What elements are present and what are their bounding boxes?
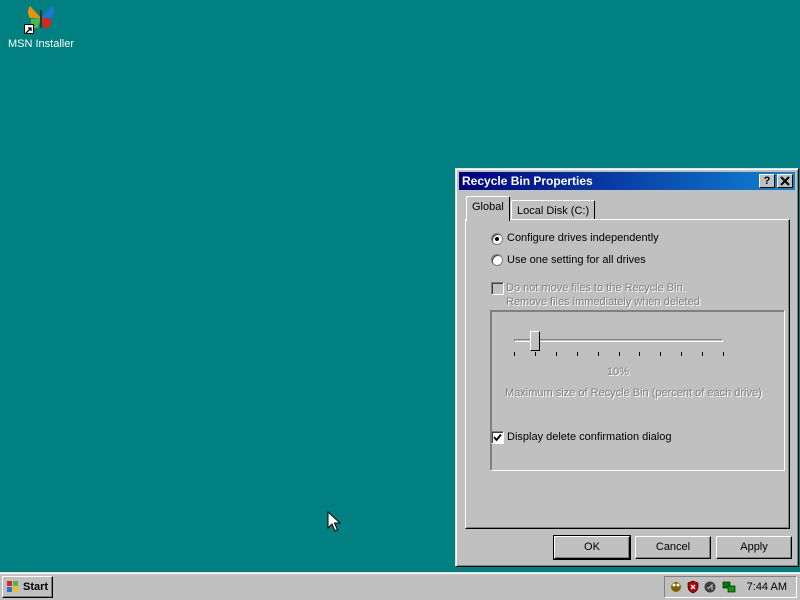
desktop-icon-msn-installer[interactable]: MSN Installer [4, 2, 78, 50]
help-button[interactable]: ? [759, 174, 775, 188]
radio-configure-independently[interactable] [491, 233, 503, 245]
close-button[interactable] [777, 174, 793, 188]
checkbox-display-confirmation[interactable] [491, 431, 504, 444]
window-titlebar[interactable]: Recycle Bin Properties ? [459, 172, 795, 190]
checkbox-display-confirmation-label[interactable]: Display delete confirmation dialog [507, 431, 671, 443]
checkbox-do-not-move[interactable] [491, 282, 504, 295]
desktop-icon-label: MSN Installer [7, 38, 75, 50]
slider-caption: Maximum size of Recycle Bin (percent of … [505, 387, 762, 399]
recycle-bin-properties-window: Recycle Bin Properties ? Global Local Di… [455, 168, 799, 567]
clock[interactable]: 7:44 AM [747, 577, 787, 597]
cancel-button[interactable]: Cancel [635, 536, 711, 559]
tab-global[interactable]: Global [466, 196, 510, 221]
radio-configure-independently-label[interactable]: Configure drives independently [507, 232, 659, 244]
slider-tick [535, 352, 536, 356]
windows-logo-icon [7, 581, 18, 592]
msn-butterfly-icon [24, 2, 58, 34]
slider-tick [639, 352, 640, 356]
slider-track [514, 339, 723, 342]
slider-tick [556, 352, 557, 356]
tab-local-disk-c[interactable]: Local Disk (C:) [511, 200, 596, 220]
agent-icon[interactable] [669, 580, 683, 594]
shortcut-arrow-icon [24, 24, 34, 34]
slider-tick [681, 352, 682, 356]
recycle-size-slider[interactable] [529, 331, 540, 351]
tab-panel-global: Configure drives independently Use one s… [465, 219, 790, 529]
checkbox-do-not-move-line1: Do not move files to the Recycle Bin. [506, 282, 686, 294]
checkbox-do-not-move-line2: Remove files immediately when deleted [506, 296, 700, 308]
radio-use-one-setting[interactable] [491, 254, 503, 266]
start-label: Start [23, 581, 49, 593]
checkmark-icon [493, 433, 502, 442]
slider-tick [660, 352, 661, 356]
radio-use-one-setting-label[interactable]: Use one setting for all drives [507, 254, 646, 266]
slider-tick [577, 352, 578, 356]
network-icon[interactable] [722, 580, 736, 594]
window-title: Recycle Bin Properties [462, 174, 593, 188]
slider-tick [619, 352, 620, 356]
system-tray: 7:44 AM [664, 576, 797, 598]
radio-selected-dot [495, 237, 499, 241]
slider-tick [598, 352, 599, 356]
slider-tick [702, 352, 703, 356]
sound-icon[interactable] [703, 580, 717, 594]
close-icon [780, 176, 790, 186]
taskbar: Start 7:44 AM [0, 572, 800, 600]
ok-button[interactable]: OK [553, 535, 631, 560]
apply-button[interactable]: Apply [716, 536, 792, 559]
shield-icon[interactable] [686, 580, 700, 594]
slider-tick [723, 352, 724, 356]
mouse-cursor-icon [327, 510, 342, 536]
start-button[interactable]: Start [2, 576, 53, 598]
slider-value-label: 10% [607, 366, 630, 378]
slider-tick [514, 352, 515, 356]
